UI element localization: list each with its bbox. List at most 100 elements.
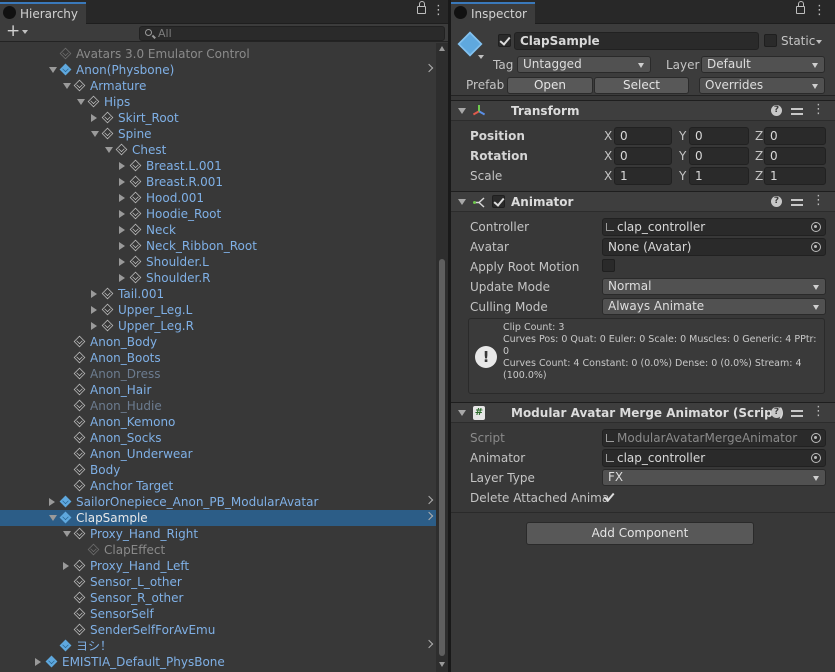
create-dropdown-caret-icon[interactable] xyxy=(22,30,28,34)
scale-y-field[interactable]: 1 xyxy=(689,167,749,185)
hierarchy-row[interactable]: Sensor_R_other xyxy=(0,590,436,606)
hierarchy-row[interactable]: Shoulder.R xyxy=(0,270,436,286)
hierarchy-row[interactable]: Skirt_Root xyxy=(0,110,436,126)
prefab-open-chevron-icon[interactable] xyxy=(424,511,434,521)
expand-arrow-right-icon[interactable] xyxy=(119,258,125,266)
static-dropdown-caret-icon[interactable] xyxy=(816,40,822,44)
component-menu-icon[interactable]: ⋮ xyxy=(812,194,825,208)
hierarchy-row[interactable]: Hood.001 xyxy=(0,190,436,206)
expand-arrow-down-icon[interactable] xyxy=(49,67,57,73)
foldout-arrow-icon[interactable] xyxy=(458,410,466,416)
component-menu-icon[interactable]: ⋮ xyxy=(812,405,825,419)
position-x-field[interactable]: 0 xyxy=(614,127,672,145)
transform-header[interactable]: Transform ? ⋮ xyxy=(451,100,835,121)
help-icon[interactable]: ? xyxy=(771,105,782,116)
hierarchy-row[interactable]: Hoodie_Root xyxy=(0,206,436,222)
active-checkbox[interactable] xyxy=(498,34,511,47)
hierarchy-row[interactable]: Chest xyxy=(0,142,436,158)
delete-attached-checkbox[interactable] xyxy=(602,490,615,503)
animator-enabled-checkbox[interactable] xyxy=(492,195,505,208)
expand-arrow-down-icon[interactable] xyxy=(63,83,71,89)
expand-arrow-right-icon[interactable] xyxy=(119,226,125,234)
hierarchy-row[interactable]: Anon_Hair xyxy=(0,382,436,398)
object-picker-icon[interactable] xyxy=(811,453,821,463)
hierarchy-row[interactable]: Anon_Boots xyxy=(0,350,436,366)
scroll-up-arrow-icon[interactable] xyxy=(439,46,445,51)
position-z-field[interactable]: 0 xyxy=(764,127,826,145)
hierarchy-row[interactable]: Anon_Socks xyxy=(0,430,436,446)
hierarchy-row[interactable]: SenderSelfForAvEmu xyxy=(0,622,436,638)
hierarchy-row[interactable]: Breast.R.001 xyxy=(0,174,436,190)
hierarchy-row[interactable]: Anon(Physbone) xyxy=(0,62,436,78)
prefab-open-chevron-icon[interactable] xyxy=(424,495,434,505)
prefab-overrides-dropdown[interactable]: Overrides xyxy=(699,77,825,94)
expand-arrow-right-icon[interactable] xyxy=(49,498,55,506)
expand-arrow-down-icon[interactable] xyxy=(49,515,57,521)
hierarchy-row[interactable]: Breast.L.001 xyxy=(0,158,436,174)
presets-icon[interactable] xyxy=(791,196,803,208)
hierarchy-search[interactable] xyxy=(139,26,445,41)
hierarchy-row[interactable]: Anon_Dress xyxy=(0,366,436,382)
add-component-button[interactable]: Add Component xyxy=(526,522,754,545)
avatar-field[interactable]: None (Avatar) xyxy=(602,238,826,256)
scroll-down-arrow-icon[interactable] xyxy=(439,662,445,667)
position-y-field[interactable]: 0 xyxy=(689,127,749,145)
presets-icon[interactable] xyxy=(791,105,803,117)
prefab-open-chevron-icon[interactable] xyxy=(424,63,434,73)
hierarchy-row[interactable]: Upper_Leg.R xyxy=(0,318,436,334)
help-icon[interactable]: ? xyxy=(771,196,782,207)
hierarchy-row[interactable]: ClapSample xyxy=(0,510,436,526)
expand-arrow-down-icon[interactable] xyxy=(91,131,99,137)
rotation-x-field[interactable]: 0 xyxy=(614,147,672,165)
expand-arrow-down-icon[interactable] xyxy=(63,531,71,537)
apply-root-motion-checkbox[interactable] xyxy=(602,259,615,272)
hierarchy-row[interactable]: SensorSelf xyxy=(0,606,436,622)
hierarchy-row[interactable]: EMISTIA_Default_PhysBone xyxy=(0,654,436,670)
object-name-field[interactable]: ClapSample xyxy=(514,32,759,50)
expand-arrow-right-icon[interactable] xyxy=(119,210,125,218)
lock-icon[interactable] xyxy=(796,1,805,14)
rotation-z-field[interactable]: 0 xyxy=(764,147,826,165)
expand-arrow-right-icon[interactable] xyxy=(119,194,125,202)
layer-type-dropdown[interactable]: FX xyxy=(602,469,826,486)
hierarchy-row[interactable]: Tail.001 xyxy=(0,286,436,302)
hierarchy-row[interactable]: Shoulder.L xyxy=(0,254,436,270)
hierarchy-row[interactable]: Anon_Hudie xyxy=(0,398,436,414)
object-picker-icon[interactable] xyxy=(811,242,821,252)
tab-inspector[interactable]: Inspector xyxy=(451,2,535,24)
kebab-menu-icon[interactable]: ⋮ xyxy=(432,4,445,18)
hierarchy-row[interactable]: ヨシ！ xyxy=(0,638,436,654)
hierarchy-row[interactable]: Sensor_L_other xyxy=(0,574,436,590)
scrollbar-thumb[interactable] xyxy=(439,259,445,656)
update-mode-dropdown[interactable]: Normal xyxy=(602,278,826,295)
prefab-open-chevron-icon[interactable] xyxy=(424,639,434,649)
expand-arrow-right-icon[interactable] xyxy=(119,162,125,170)
hierarchy-row[interactable]: SailorOnepiece_Anon_PB_ModularAvatar xyxy=(0,494,436,510)
object-picker-icon[interactable] xyxy=(811,222,821,232)
scale-x-field[interactable]: 1 xyxy=(614,167,672,185)
merge-animator-field[interactable]: clap_controller xyxy=(602,449,826,467)
presets-icon[interactable] xyxy=(791,407,803,419)
hierarchy-row[interactable]: Anchor Target xyxy=(0,478,436,494)
prefab-cube-icon[interactable] xyxy=(457,31,483,57)
merge-animator-header[interactable]: # Modular Avatar Merge Animator (Script)… xyxy=(451,402,835,423)
lock-icon[interactable] xyxy=(417,1,426,14)
expand-arrow-down-icon[interactable] xyxy=(105,147,113,153)
hierarchy-row[interactable]: Body xyxy=(0,462,436,478)
expand-arrow-right-icon[interactable] xyxy=(91,306,97,314)
layer-dropdown[interactable]: Default xyxy=(701,56,825,73)
expand-arrow-right-icon[interactable] xyxy=(35,658,41,666)
search-input[interactable] xyxy=(158,27,438,40)
hierarchy-row[interactable]: Spine xyxy=(0,126,436,142)
expand-arrow-right-icon[interactable] xyxy=(119,242,125,250)
animator-header[interactable]: Animator ? ⋮ xyxy=(451,191,835,212)
foldout-arrow-icon[interactable] xyxy=(458,199,466,205)
foldout-arrow-icon[interactable] xyxy=(458,108,466,114)
hierarchy-row[interactable]: Anon_Underwear xyxy=(0,446,436,462)
icon-dropdown-caret-icon[interactable] xyxy=(478,55,484,59)
hierarchy-row[interactable]: Neck_Ribbon_Root xyxy=(0,238,436,254)
static-checkbox[interactable] xyxy=(764,34,777,47)
controller-field[interactable]: clap_controller xyxy=(602,218,826,236)
scale-z-field[interactable]: 1 xyxy=(764,167,826,185)
tag-dropdown[interactable]: Untagged xyxy=(517,56,651,73)
